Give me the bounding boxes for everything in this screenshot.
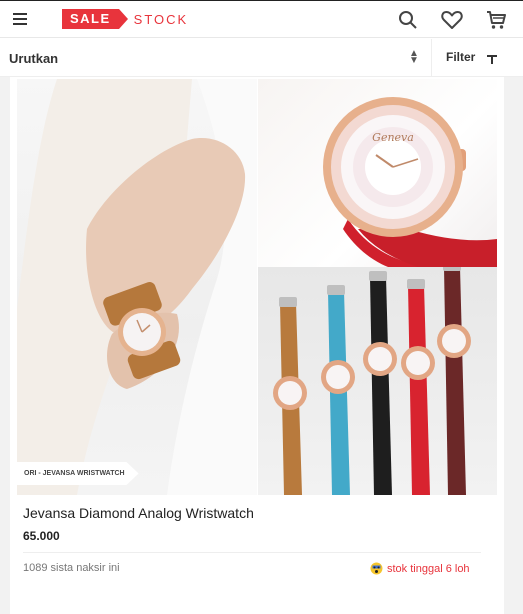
watch-colors-photo bbox=[258, 261, 497, 495]
cart-icon[interactable] bbox=[483, 7, 509, 33]
watch-dial-brand: Geneva bbox=[372, 131, 414, 144]
page-gutter-right bbox=[504, 77, 523, 614]
search-icon[interactable] bbox=[395, 7, 421, 33]
divider bbox=[431, 39, 432, 76]
filter-icon[interactable] bbox=[486, 52, 498, 70]
top-bar: SALE STOCK bbox=[0, 0, 523, 38]
likes-count: 1089 sista naksir ini bbox=[23, 562, 120, 574]
watch-strap-3 bbox=[363, 271, 397, 495]
logo-stock-text: STOCK bbox=[133, 11, 189, 27]
page-gutter-left bbox=[0, 77, 10, 614]
sort-filter-bar: Urutkan ▲ ▼ Filter bbox=[0, 39, 523, 77]
product-price: 65.000 bbox=[23, 529, 60, 543]
product-image[interactable]: ORI - JEVANSA WRISTWATCH Geneva bbox=[17, 79, 497, 495]
sort-dropdown-label[interactable]: Urutkan bbox=[9, 51, 58, 66]
menu-icon[interactable] bbox=[13, 13, 27, 25]
watch-strap-2 bbox=[321, 285, 355, 495]
watch-strap-1 bbox=[273, 297, 307, 495]
logo-sale-text: SALE bbox=[62, 9, 128, 29]
model-photo: ORI - JEVANSA WRISTWATCH bbox=[17, 79, 257, 495]
stock-indicator: stok tinggal 6 loh bbox=[370, 562, 470, 575]
watch-strap-4 bbox=[401, 279, 435, 495]
product-title[interactable]: Jevansa Diamond Analog Wristwatch bbox=[23, 505, 254, 521]
sort-arrows-icon[interactable]: ▲ ▼ bbox=[409, 49, 419, 66]
sale-stock-logo[interactable]: SALE STOCK bbox=[62, 9, 188, 29]
header-actions bbox=[395, 7, 509, 33]
stock-text: stok tinggal 6 loh bbox=[387, 562, 470, 575]
shock-emoji-icon bbox=[370, 562, 383, 575]
watch-strap-5 bbox=[437, 261, 471, 495]
filter-button[interactable]: Filter bbox=[446, 50, 475, 64]
heart-icon[interactable] bbox=[439, 7, 465, 33]
product-card[interactable]: ORI - JEVANSA WRISTWATCH Geneva Jevansa … bbox=[10, 77, 504, 614]
product-badge: ORI - JEVANSA WRISTWATCH bbox=[17, 462, 139, 485]
watch-closeup-photo: Geneva bbox=[258, 79, 497, 267]
divider bbox=[23, 552, 481, 553]
